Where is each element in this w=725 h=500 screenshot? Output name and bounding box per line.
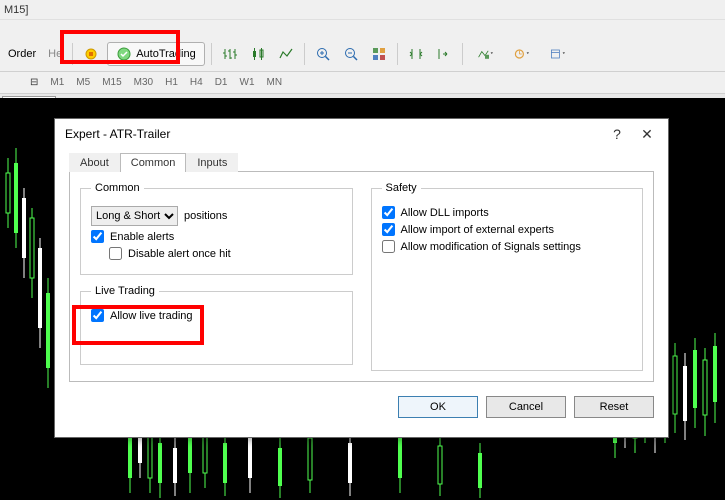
disable-alert-once-checkbox[interactable]: [109, 247, 122, 260]
bar-chart-icon[interactable]: [218, 42, 242, 66]
scroll-chart-icon[interactable]: [404, 42, 428, 66]
tile-windows-icon[interactable]: [367, 42, 391, 66]
tab-about[interactable]: About: [69, 153, 120, 172]
allow-dll-label: Allow DLL imports: [401, 207, 489, 219]
templates-icon[interactable]: [541, 42, 573, 66]
tf-w1[interactable]: W1: [234, 75, 261, 90]
tf-m1[interactable]: M1: [44, 75, 70, 90]
cancel-button[interactable]: Cancel: [486, 396, 566, 418]
reset-button[interactable]: Reset: [574, 396, 654, 418]
positions-select[interactable]: Long & Short: [91, 206, 178, 226]
allow-signals-checkbox[interactable]: [382, 240, 395, 253]
safety-group: Safety Allow DLL imports Allow import of…: [371, 182, 644, 371]
tf-m30[interactable]: M30: [128, 75, 159, 90]
auto-trading-label: AutoTrading: [136, 48, 196, 60]
tab-common[interactable]: Common: [120, 153, 187, 172]
expert-properties-dialog: Expert - ATR-Trailer ? ✕ About Common In…: [54, 118, 669, 438]
shift-chart-icon[interactable]: [432, 42, 456, 66]
line-chart-icon[interactable]: [274, 42, 298, 66]
ok-button[interactable]: OK: [398, 396, 478, 418]
expert-advisor-icon[interactable]: [79, 42, 103, 66]
enable-alerts-label: Enable alerts: [110, 231, 174, 243]
allow-signals-label: Allow modification of Signals settings: [401, 241, 581, 253]
window-title-fragment: M15]: [4, 4, 28, 16]
div-icon[interactable]: ⊟: [30, 75, 44, 90]
allow-live-trading-checkbox[interactable]: [91, 309, 104, 322]
live-trading-group: Live Trading Allow live trading: [80, 285, 353, 365]
candle-chart-icon[interactable]: [246, 42, 270, 66]
main-toolbar: Order He AutoTrading: [0, 36, 725, 72]
common-legend: Common: [91, 182, 144, 194]
periodicity-icon[interactable]: [505, 42, 537, 66]
common-group: Common Long & Short positions Enable ale…: [80, 182, 353, 275]
zoom-out-icon[interactable]: [339, 42, 363, 66]
allow-external-experts-label: Allow import of external experts: [401, 224, 554, 236]
disable-alert-once-label: Disable alert once hit: [128, 248, 231, 260]
allow-dll-checkbox[interactable]: [382, 206, 395, 219]
timeframe-bar: ⊟ M1 M5 M15 M30 H1 H4 D1 W1 MN: [0, 72, 725, 94]
tf-h4[interactable]: H4: [184, 75, 209, 90]
positions-label: positions: [184, 210, 227, 222]
live-trading-legend: Live Trading: [91, 285, 159, 297]
dialog-tabs: About Common Inputs: [69, 153, 654, 172]
tf-h1[interactable]: H1: [159, 75, 184, 90]
zoom-in-icon[interactable]: [311, 42, 335, 66]
tf-d1[interactable]: D1: [209, 75, 234, 90]
auto-trading-icon: [116, 46, 132, 62]
tf-mn[interactable]: MN: [261, 75, 289, 90]
help-icon[interactable]: ?: [602, 126, 632, 142]
auto-trading-button[interactable]: AutoTrading: [107, 42, 205, 66]
indicators-icon[interactable]: [469, 42, 501, 66]
dialog-title: Expert - ATR-Trailer: [65, 127, 170, 141]
close-icon[interactable]: ✕: [632, 126, 662, 143]
allow-external-experts-checkbox[interactable]: [382, 223, 395, 236]
menu-help[interactable]: He: [44, 48, 66, 60]
tf-m15[interactable]: M15: [96, 75, 127, 90]
tab-inputs[interactable]: Inputs: [186, 153, 238, 172]
allow-live-trading-label: Allow live trading: [110, 310, 193, 322]
menu-order[interactable]: Order: [4, 48, 40, 60]
enable-alerts-checkbox[interactable]: [91, 230, 104, 243]
tf-m5[interactable]: M5: [70, 75, 96, 90]
safety-legend: Safety: [382, 182, 421, 194]
